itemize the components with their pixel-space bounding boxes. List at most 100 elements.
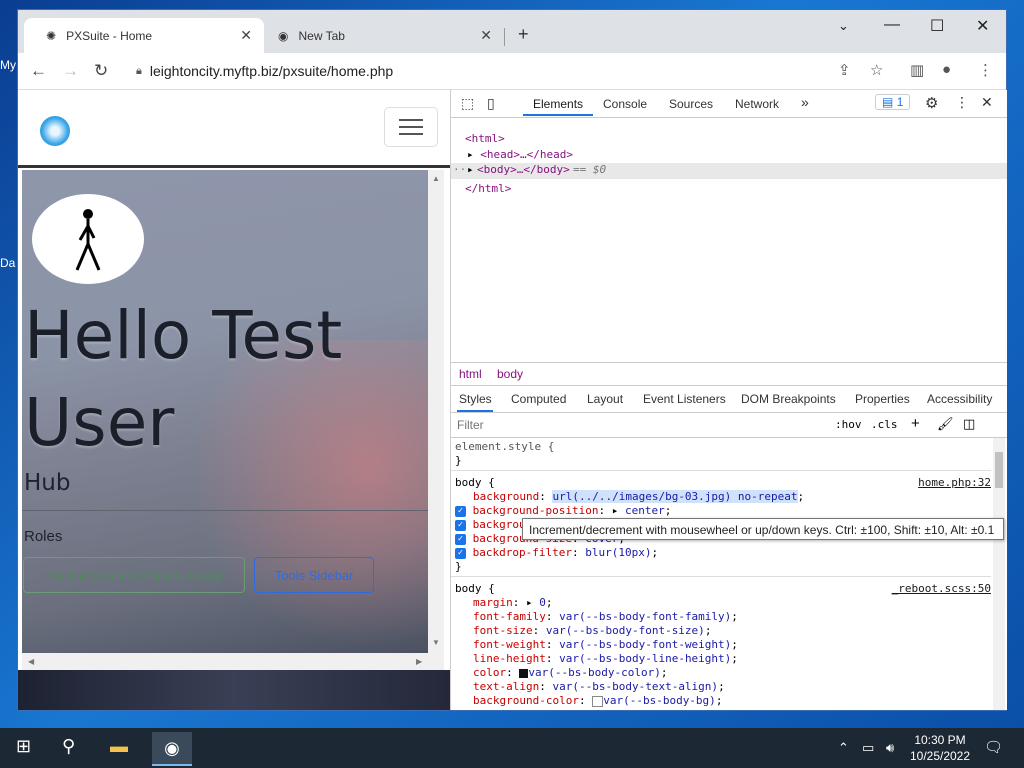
subtab-computed[interactable]: Computed — [511, 392, 566, 406]
new-tab-plus-icon[interactable]: + — [518, 24, 529, 45]
scroll-left-icon[interactable]: ◀ — [28, 657, 34, 666]
subtab-accessibility[interactable]: Accessibility — [927, 392, 992, 406]
checkbox-checked-icon[interactable]: ✓ — [455, 547, 466, 559]
scroll-up-icon[interactable]: ▲ — [432, 174, 440, 183]
settings-gear-icon[interactable]: ⚙ — [925, 94, 938, 112]
minimize-icon[interactable]: — — [884, 16, 900, 34]
share-icon[interactable]: ⇪ — [838, 61, 851, 79]
close-window-icon[interactable]: ✕ — [976, 16, 989, 36]
site-logo-icon[interactable] — [40, 116, 70, 146]
reload-icon[interactable]: ↻ — [94, 61, 108, 81]
expand-arrow-icon[interactable]: ▸ — [467, 148, 474, 161]
scroll-right-icon[interactable]: ▶ — [416, 657, 422, 666]
styles-filter-input[interactable] — [455, 415, 819, 435]
rule-source-link[interactable]: home.php:32 — [918, 476, 991, 489]
paint-brush-icon[interactable]: 🖌︎ — [937, 416, 954, 432]
forward-arrow-icon[interactable]: → — [62, 61, 79, 81]
breadcrumb-html[interactable]: html — [459, 367, 482, 381]
tab-search-chevron-icon[interactable]: ⌄ — [838, 18, 849, 34]
hov-toggle[interactable]: :hov — [835, 418, 862, 431]
scroll-thumb[interactable] — [995, 452, 1003, 488]
tools-sidebar-button[interactable]: Tools Sidebar — [254, 557, 374, 593]
style-line[interactable]: background: url(../../images/bg-03.jpg) … — [473, 490, 804, 503]
tab-new-tab[interactable]: ◉ New Tab ✕ — [264, 18, 504, 53]
style-line[interactable]: text-align: var(--bs-body-text-align); — [473, 680, 725, 693]
subtab-properties[interactable]: Properties — [855, 392, 910, 406]
volume-icon[interactable]: 🔊︎ — [886, 740, 894, 756]
expand-arrow-icon[interactable]: ▸ — [612, 504, 619, 517]
more-tabs-icon[interactable]: » — [801, 94, 809, 110]
network-icon[interactable]: ▭ — [862, 740, 874, 756]
expand-arrow-icon[interactable]: ▸ — [467, 163, 474, 176]
subtab-styles[interactable]: Styles — [459, 392, 492, 406]
address-bar[interactable]: 🔒︎ leightoncity.myftp.biz/pxsuite/home.p… — [126, 57, 826, 85]
style-line[interactable]: font-size: var(--bs-body-font-size); — [473, 624, 711, 637]
desktop-icon-label[interactable]: My — [0, 58, 16, 72]
dom-breadcrumb: html body — [451, 362, 1007, 386]
show-hidden-icons-chevron-icon[interactable]: ⌃ — [838, 740, 849, 756]
style-line[interactable]: margin: ▸ 0; — [473, 596, 553, 609]
subtab-event-listeners[interactable]: Event Listeners — [643, 392, 726, 406]
checkbox-checked-icon[interactable]: ✓ — [455, 533, 466, 545]
subtab-layout[interactable]: Layout — [587, 392, 623, 406]
browser-window: ✺ PXSuite - Home ✕ ◉ New Tab ✕ + ⌄ — ☐ ✕… — [18, 10, 1007, 710]
style-line[interactable]: color: var(--bs-body-color); — [473, 666, 667, 679]
devtools-menu-icon[interactable]: ⋮ — [955, 94, 969, 111]
desktop-icon-label[interactable]: Da — [0, 256, 15, 270]
lock-icon[interactable]: 🔒︎ — [136, 65, 142, 78]
style-line[interactable]: line-height: var(--bs-body-line-height); — [473, 652, 738, 665]
toggle-sidebar-icon[interactable]: ◫ — [963, 416, 975, 432]
close-devtools-icon[interactable]: ✕ — [981, 94, 993, 111]
file-explorer-icon[interactable]: ▬ — [110, 736, 128, 757]
element-style-selector[interactable]: element.style { — [455, 440, 554, 453]
checkbox-checked-icon[interactable]: ✓ — [455, 505, 466, 517]
dom-node-html[interactable]: <html> — [465, 132, 505, 145]
page-horizontal-scrollbar[interactable]: ◀ ▶ — [22, 653, 444, 670]
maximize-icon[interactable]: ☐ — [930, 16, 944, 36]
checkbox-checked-icon[interactable]: ✓ — [455, 519, 466, 531]
notifications-icon[interactable]: 🗨︎ — [984, 738, 1003, 756]
close-tab-icon[interactable]: ✕ — [480, 27, 492, 44]
rule-selector[interactable]: body { — [455, 476, 495, 489]
tab-console[interactable]: Console — [603, 97, 647, 111]
side-panel-icon[interactable]: ▥ — [910, 61, 924, 79]
dom-node-head[interactable]: ▸ <head>…</head> — [467, 148, 573, 161]
style-line[interactable]: background-color: var(--bs-body-bg); — [473, 694, 722, 707]
clock[interactable]: 10:30 PM 10/25/2022 — [908, 732, 972, 764]
subtab-dom-breakpoints[interactable]: DOM Breakpoints — [741, 392, 836, 406]
expand-arrow-icon[interactable]: ▸ — [526, 596, 533, 609]
dom-node-html-close[interactable]: </html> — [465, 182, 511, 195]
bookmark-star-icon[interactable]: ☆ — [870, 61, 883, 79]
style-line[interactable]: font-family: var(--bs-body-font-family); — [473, 610, 738, 623]
page-vertical-scrollbar[interactable]: ▲ ▼ — [428, 170, 444, 653]
hamburger-menu-button[interactable] — [384, 107, 438, 147]
tab-elements[interactable]: Elements — [533, 97, 583, 111]
search-icon[interactable]: ⚲ — [62, 736, 75, 757]
new-style-rule-plus-icon[interactable]: + — [911, 415, 920, 432]
dom-node-body-selected[interactable]: ··· ▸ <body>…</body> == $0 — [451, 163, 1007, 179]
rule-source-link[interactable]: _reboot.scss:50 — [892, 582, 991, 595]
scroll-down-icon[interactable]: ▼ — [432, 638, 440, 647]
breadcrumb-body[interactable]: body — [497, 367, 523, 381]
issues-badge[interactable]: ▤ 1 — [875, 94, 911, 110]
rule-selector[interactable]: body { — [455, 582, 495, 595]
profile-avatar-icon[interactable]: ● — [942, 61, 951, 78]
color-swatch-icon[interactable] — [592, 695, 604, 707]
back-arrow-icon[interactable]: ← — [30, 61, 47, 81]
url-text[interactable]: leightoncity.myftp.biz/pxsuite/home.php — [150, 63, 393, 79]
close-tab-icon[interactable]: ✕ — [240, 27, 252, 44]
bank-account-button[interactable]: Bank account (complete open) — [23, 557, 245, 593]
tab-pxsuite[interactable]: ✺ PXSuite - Home ✕ — [24, 18, 264, 53]
chrome-taskbar-icon[interactable]: ◉ — [152, 732, 192, 766]
style-line[interactable]: ✓ background-position: ▸ center; — [455, 504, 671, 517]
styles-scrollbar[interactable] — [993, 438, 1005, 710]
cls-toggle[interactable]: .cls — [871, 418, 898, 431]
style-line[interactable]: font-weight: var(--bs-body-font-weight); — [473, 638, 738, 651]
inspect-element-icon[interactable]: ⬚ — [461, 95, 474, 112]
tab-sources[interactable]: Sources — [669, 97, 713, 111]
windows-start-icon[interactable]: ⊞ — [16, 736, 31, 757]
tab-network[interactable]: Network — [735, 97, 779, 111]
device-toolbar-icon[interactable]: ▯ — [487, 95, 495, 112]
style-line[interactable]: ✓ backdrop-filter: blur(10px); — [455, 546, 658, 559]
chrome-menu-icon[interactable]: ⋮ — [978, 61, 993, 79]
